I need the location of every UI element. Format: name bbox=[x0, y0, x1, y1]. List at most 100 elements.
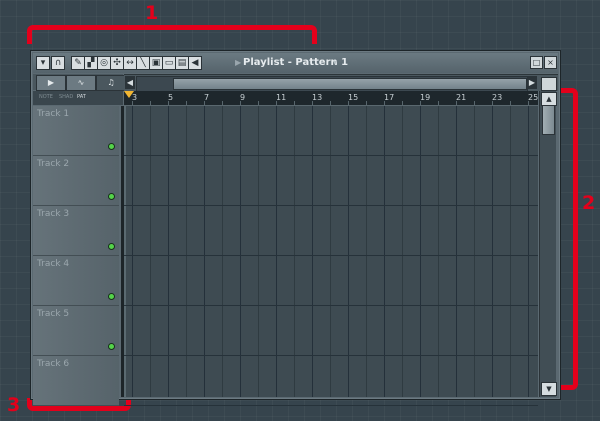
grid-beat-line bbox=[492, 106, 493, 397]
grid-beat-line bbox=[384, 106, 385, 397]
ruler-tick-mark bbox=[474, 101, 475, 105]
grid-beat-line bbox=[312, 106, 313, 397]
ruler-tick-mark bbox=[438, 101, 439, 105]
track-header[interactable]: Track 4 bbox=[33, 256, 119, 306]
track-header[interactable]: Track 3 bbox=[33, 206, 119, 256]
ruler-tick-mark bbox=[456, 101, 457, 105]
playlist-grid[interactable] bbox=[124, 106, 547, 406]
scroll-right-icon[interactable]: ▶ bbox=[527, 76, 537, 89]
ruler-tick-mark bbox=[276, 101, 277, 105]
horizontal-scrollbar[interactable] bbox=[136, 76, 528, 92]
track-mute-led-icon[interactable] bbox=[108, 243, 115, 250]
grid-beat-line bbox=[330, 106, 331, 397]
delete-icon[interactable]: ◎ bbox=[97, 56, 111, 70]
ruler-tick-mark bbox=[204, 101, 205, 105]
track-mute-led-icon[interactable] bbox=[108, 293, 115, 300]
grid-track-line bbox=[124, 355, 538, 356]
scroll-up-icon[interactable]: ▲ bbox=[541, 92, 557, 106]
ruler-tick-label: 23 bbox=[492, 93, 503, 102]
ruler-tick-label: 13 bbox=[312, 93, 323, 102]
tab-patterns[interactable]: ▶ bbox=[36, 75, 66, 91]
scroll-down-icon[interactable]: ▼ bbox=[541, 382, 557, 396]
track-mute-led-icon[interactable] bbox=[108, 143, 115, 150]
grid-beat-line bbox=[150, 106, 151, 397]
playlist-titlebar[interactable]: ▾ ∩ ✎ ▞ ◎ ✣ ↔ ╲ ▣ ▭ ▤ ◀ ▶ Playlist - Pat… bbox=[33, 53, 558, 73]
grid-beat-line bbox=[438, 106, 439, 397]
track-header[interactable]: Track 2 bbox=[33, 156, 119, 206]
mute-icon[interactable]: ✣ bbox=[110, 56, 124, 70]
track-label: Track 2 bbox=[37, 159, 70, 169]
clip-source-tabs: ▶ ∿ ♫ bbox=[33, 74, 126, 91]
track-header[interactable]: Track 6 bbox=[33, 356, 119, 406]
grid-track-line bbox=[124, 155, 538, 156]
mode-pat[interactable]: PAT bbox=[77, 94, 86, 100]
track-label: Track 6 bbox=[37, 359, 70, 369]
track-label: Track 3 bbox=[37, 209, 70, 219]
ruler-tick-label: 21 bbox=[456, 93, 467, 102]
slice-icon[interactable]: ╲ bbox=[136, 56, 150, 70]
grid-beat-line bbox=[366, 106, 367, 397]
annotation-number-3: 3 bbox=[7, 394, 21, 416]
slip-icon[interactable]: ↔ bbox=[123, 56, 137, 70]
track-mute-led-icon[interactable] bbox=[108, 343, 115, 350]
menu-arrow-icon[interactable]: ▾ bbox=[36, 56, 50, 70]
close-button[interactable]: × bbox=[544, 56, 557, 69]
grid-beat-line bbox=[528, 106, 529, 397]
track-label: Track 5 bbox=[37, 309, 70, 319]
grid-beat-line bbox=[276, 106, 277, 397]
track-list: Track 1 Track 2 Track 3 Track 4 Track 5 Track… bbox=[33, 106, 121, 406]
mode-shad[interactable]: SHAD bbox=[59, 94, 73, 100]
timeline-ruler[interactable]: 3 5 7 9 11 13 15 17 19 21 23 25 bbox=[124, 91, 547, 106]
grid-beat-line bbox=[132, 106, 133, 397]
track-header[interactable]: Track 1 bbox=[33, 106, 119, 156]
grid-beat-line bbox=[186, 106, 187, 397]
grid-beat-line bbox=[204, 106, 205, 397]
pattern-dropdown-icon[interactable]: ▾ bbox=[333, 58, 337, 67]
magnet-icon[interactable]: ∩ bbox=[51, 56, 65, 70]
ruler-tick-mark bbox=[168, 101, 169, 105]
ruler-tick-label: 11 bbox=[276, 93, 287, 102]
vertical-scrollbar[interactable]: ▲ ▼ bbox=[539, 91, 557, 397]
paint-icon[interactable]: ▞ bbox=[84, 56, 98, 70]
ruler-tick-mark bbox=[402, 101, 403, 105]
grid-beat-line bbox=[456, 106, 457, 397]
track-mute-led-icon[interactable] bbox=[108, 193, 115, 200]
ruler-tick-label: 19 bbox=[420, 93, 431, 102]
grid-beat-line bbox=[420, 106, 421, 397]
title-expand-icon[interactable]: ▶ bbox=[235, 58, 241, 67]
grid-track-line bbox=[124, 305, 538, 306]
annotation-bracket-top bbox=[27, 25, 317, 44]
ruler-tick-mark bbox=[312, 101, 313, 105]
ruler-tick-label: 15 bbox=[348, 93, 359, 102]
ruler-tick-mark bbox=[384, 101, 385, 105]
speaker-icon[interactable]: ◀ bbox=[188, 56, 202, 70]
track-header[interactable]: Track 5 bbox=[33, 306, 119, 356]
vertical-scroll-thumb[interactable] bbox=[542, 105, 555, 135]
ruler-tick-mark bbox=[348, 101, 349, 105]
ruler-tick-mark bbox=[222, 101, 223, 105]
zoom-icon[interactable]: ▭ bbox=[162, 56, 176, 70]
horizontal-scroll-thumb[interactable] bbox=[173, 78, 527, 90]
ruler-tick-mark bbox=[492, 101, 493, 105]
ruler-tick-mark bbox=[528, 101, 529, 105]
grid-beat-line bbox=[348, 106, 349, 397]
select-icon[interactable]: ▣ bbox=[149, 56, 163, 70]
mode-note[interactable]: NOTE bbox=[39, 94, 53, 100]
scroll-left-icon[interactable]: ◀ bbox=[125, 76, 135, 89]
track-label: Track 1 bbox=[37, 109, 70, 119]
track-label: Track 4 bbox=[37, 259, 70, 269]
grid-beat-line bbox=[402, 106, 403, 397]
grid-beat-line bbox=[222, 106, 223, 397]
grid-beat-line bbox=[258, 106, 259, 397]
ruler-tick-mark bbox=[132, 101, 133, 105]
draw-icon[interactable]: ✎ bbox=[71, 56, 85, 70]
grid-beat-line bbox=[294, 106, 295, 397]
playback-icon[interactable]: ▤ bbox=[175, 56, 189, 70]
annotation-number-2: 2 bbox=[582, 192, 596, 214]
ruler-tick-mark bbox=[258, 101, 259, 105]
tab-automation[interactable]: ∿ bbox=[66, 75, 96, 91]
maximize-button[interactable]: □ bbox=[530, 56, 543, 69]
zoom-handle[interactable] bbox=[541, 77, 557, 91]
grid-beat-line bbox=[510, 106, 511, 397]
tab-audio[interactable]: ♫ bbox=[96, 75, 126, 91]
